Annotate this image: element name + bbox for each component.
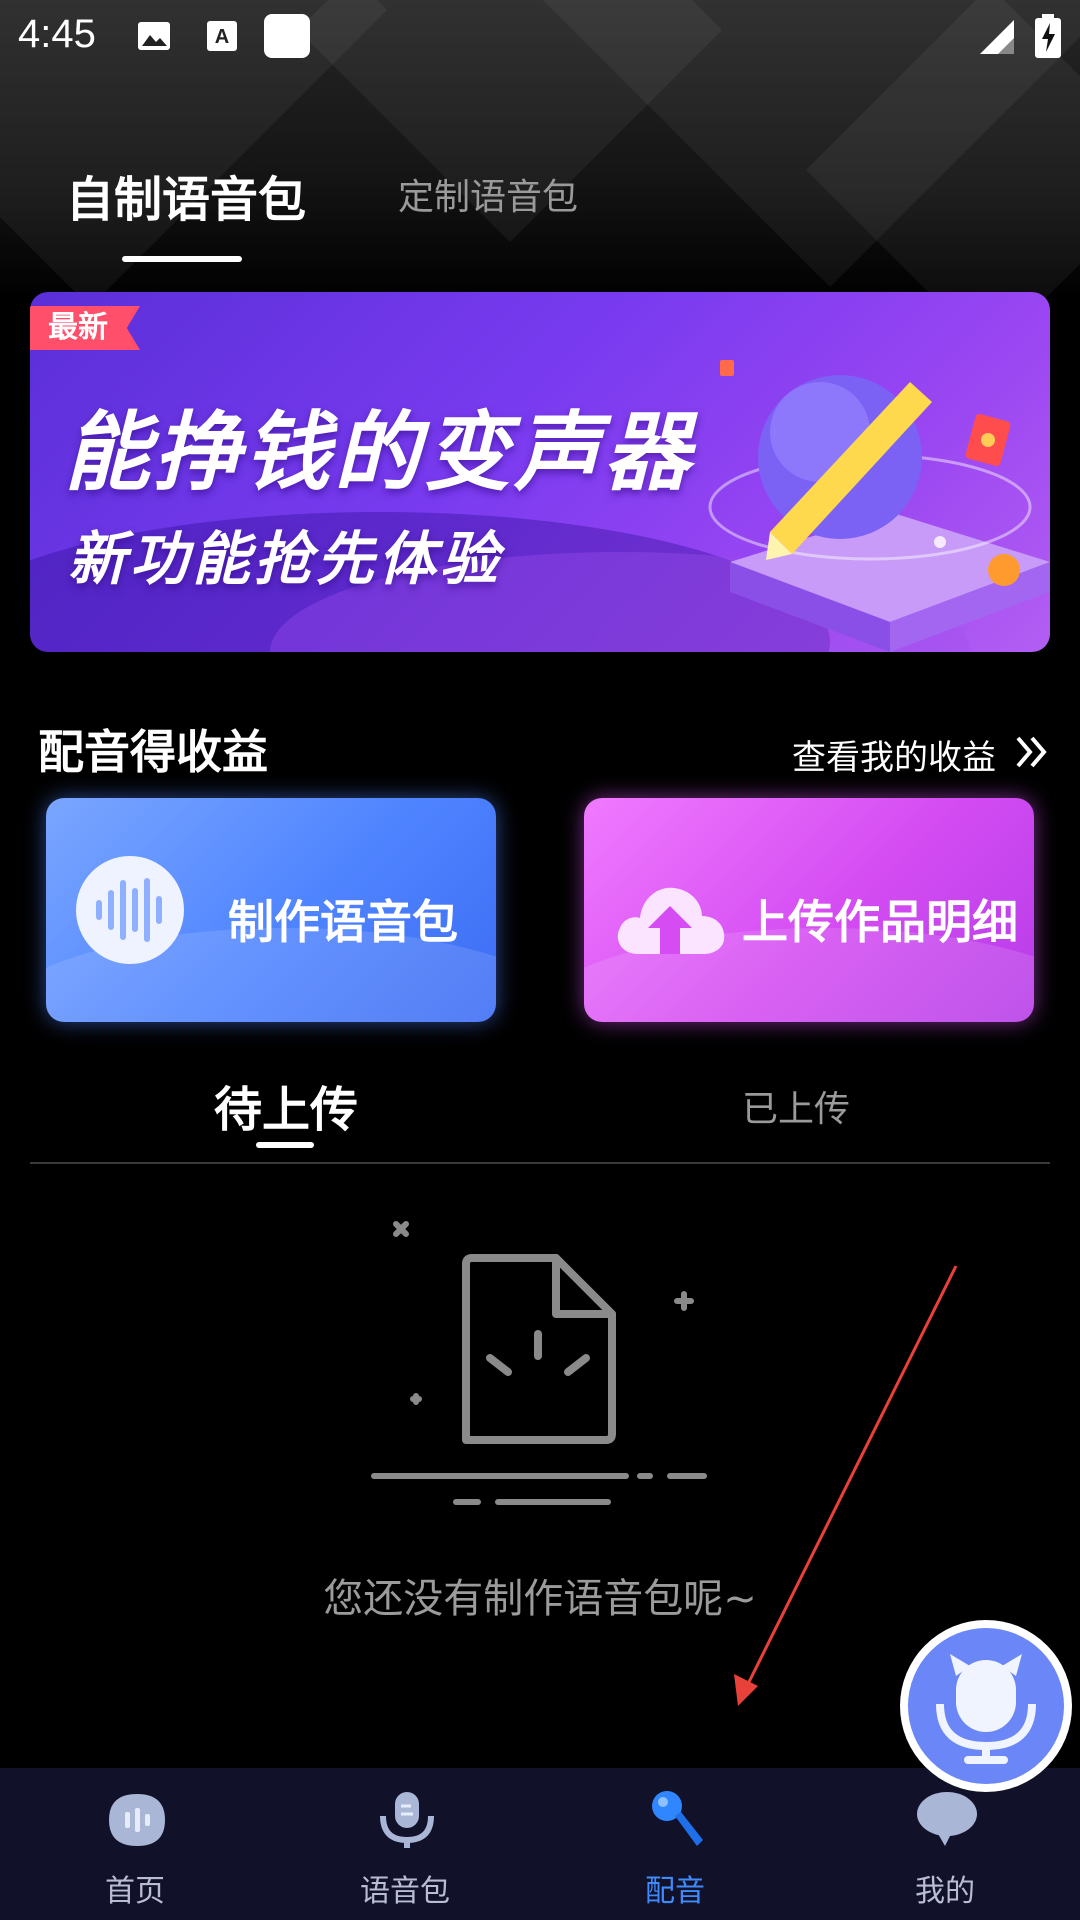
tab-uploaded[interactable]: 已上传 [742, 1080, 850, 1132]
nav-item-home[interactable]: 首页 [0, 1768, 270, 1920]
sound-wave-icon [76, 856, 184, 964]
nav-label-dubbing: 配音 [645, 1874, 705, 1909]
upload-works-detail-button[interactable]: 上传作品明细 [584, 798, 1034, 1022]
home-wave-icon [109, 1794, 165, 1846]
make-voice-pack-label: 制作语音包 [228, 895, 458, 949]
image-icon [138, 22, 170, 50]
tab-divider [30, 1162, 1050, 1164]
nav-label-mine: 我的 [915, 1874, 975, 1909]
double-chevron-right-icon[interactable] [1014, 732, 1050, 772]
microphone-icon [652, 1791, 703, 1846]
banner-subtitle: 新功能抢先体验 [68, 525, 503, 593]
tab-custom-made-voice-pack[interactable]: 自制语音包 [66, 160, 306, 230]
nav-item-dubbing[interactable]: 配音 [540, 1768, 810, 1920]
view-earnings-link[interactable]: 查看我的收益 [792, 730, 996, 779]
empty-document-icon [371, 1221, 707, 1505]
status-time: 4:45 [18, 12, 96, 56]
banner-new-tag: 最新 [30, 306, 140, 350]
floating-mic-button[interactable] [900, 1620, 1072, 1792]
make-voice-pack-button[interactable]: 制作语音包 [46, 798, 496, 1022]
nav-item-mine[interactable]: 我的 [810, 1768, 1080, 1920]
blank-square-icon [264, 14, 310, 58]
status-bar: 4:45 A [0, 0, 1080, 74]
fab-inner [908, 1628, 1064, 1784]
microphone-mascot-icon [936, 1654, 1036, 1764]
nav-label-home: 首页 [105, 1874, 165, 1909]
planet-microphone-illustration [708, 360, 1050, 652]
nav-label-voice-pack: 语音包 [360, 1874, 450, 1909]
banner-title: 能挣钱的变声器 [64, 403, 694, 503]
battery-charging-icon [1035, 14, 1061, 58]
bottom-navigation: 首页 语音包 配音 我的 [0, 1768, 1080, 1920]
upload-works-detail-label: 上传作品明细 [742, 895, 1018, 949]
signal-icon [980, 20, 1014, 54]
nav-item-voice-pack[interactable]: 语音包 [270, 1768, 540, 1920]
chat-bubble-icon [917, 1792, 977, 1846]
svg-text:A: A [215, 26, 229, 48]
sub-tab-indicator [256, 1142, 314, 1148]
tab-customized-voice-pack[interactable]: 定制语音包 [398, 168, 578, 220]
earnings-section-title: 配音得收益 [38, 725, 268, 779]
promo-banner[interactable]: 最新 能挣钱的变声器 新功能抢先体验 [30, 292, 1050, 652]
cloud-upload-icon [617, 887, 725, 954]
microphone-pack-icon [380, 1792, 434, 1848]
text-a-icon: A [207, 21, 237, 51]
top-tab-indicator [122, 256, 242, 262]
tab-pending-upload[interactable]: 待上传 [214, 1070, 358, 1140]
